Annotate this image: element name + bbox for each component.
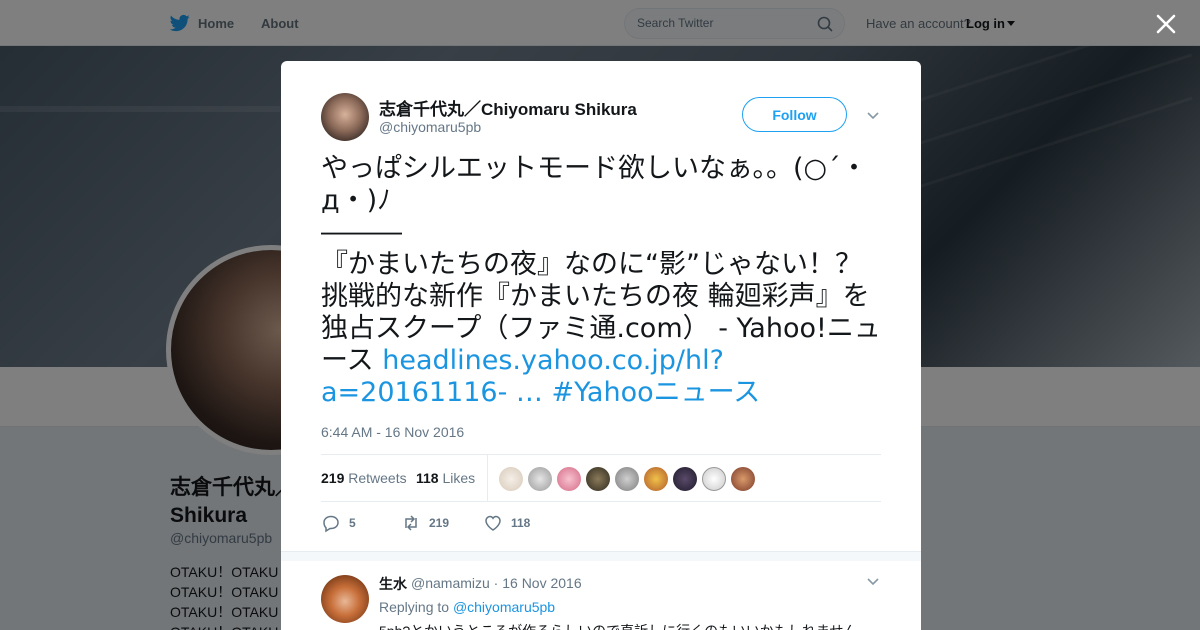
- reply-count: 5: [349, 516, 356, 530]
- reply-action[interactable]: 5: [321, 513, 356, 533]
- author-avatar[interactable]: [321, 93, 369, 141]
- retweets-count: 219: [321, 470, 345, 486]
- likes-count: 118: [416, 470, 439, 486]
- retweets-stat[interactable]: 219 Retweets: [321, 470, 407, 486]
- retweet-icon: [405, 515, 417, 531]
- retweet-action[interactable]: 219: [401, 513, 449, 533]
- like-action[interactable]: 118: [483, 513, 530, 533]
- reply-author-name[interactable]: 生水: [379, 574, 407, 594]
- likes-stat[interactable]: 118 Likes: [416, 470, 475, 486]
- follow-button[interactable]: Follow: [742, 97, 847, 132]
- replying-to-line: Replying to @chiyomaru5pb: [379, 599, 555, 615]
- likes-label: Likes: [442, 470, 476, 486]
- liker-avatar[interactable]: [557, 467, 581, 491]
- like-count: 118: [511, 516, 531, 530]
- tweet-stats: 219 Retweets 118 Likes: [321, 454, 881, 502]
- heart-icon: [485, 515, 501, 531]
- author-name[interactable]: 志倉千代丸／Chiyomaru Shikura: [379, 95, 637, 120]
- liker-avatar[interactable]: [673, 467, 697, 491]
- tweet-actions: 5 219 118: [321, 513, 881, 537]
- tweet-modal: 志倉千代丸／Chiyomaru Shikura @chiyomaru5pb Fo…: [281, 61, 921, 630]
- liker-avatar[interactable]: [499, 467, 523, 491]
- replying-to-prefix: Replying to: [379, 599, 450, 615]
- liker-avatar[interactable]: [702, 467, 726, 491]
- chevron-down-icon[interactable]: [866, 575, 880, 589]
- liker-avatar[interactable]: [644, 467, 668, 491]
- retweet-count: 219: [429, 516, 450, 530]
- retweets-label: Retweets: [348, 470, 407, 486]
- tweet-body: やっぱシルエットモード欲しいなぁ。。(○´・д・)ﾉ ――― 『かまいたちの夜』…: [321, 153, 881, 376]
- liker-avatar[interactable]: [586, 467, 610, 491]
- tweet-hashtag[interactable]: #Yahooニュース: [552, 377, 761, 408]
- liker-avatar[interactable]: [615, 467, 639, 491]
- chevron-down-icon[interactable]: [866, 109, 880, 123]
- modal-overlay-top[interactable]: [0, 0, 1200, 46]
- tweet-text: やっぱシルエットモード欲しいなぁ。。(○´・д・)ﾉ ――― 『かまいたちの夜』…: [321, 153, 881, 409]
- reply-author-handle[interactable]: @namamizu · 16 Nov 2016: [411, 575, 582, 591]
- liker-avatar[interactable]: [528, 467, 552, 491]
- reply-avatar[interactable]: [321, 575, 369, 623]
- close-icon[interactable]: [1154, 12, 1178, 36]
- reply-separator: [281, 551, 921, 561]
- stats-divider: [487, 455, 488, 501]
- replying-to-mention[interactable]: @chiyomaru5pb: [453, 599, 555, 615]
- liker-avatar[interactable]: [731, 467, 755, 491]
- reply-text: 5pb?とかいうところが作るらしいので直訴しに行くのもいいかもしれません: [379, 622, 869, 630]
- reply-icon: [323, 515, 339, 533]
- author-handle[interactable]: @chiyomaru5pb: [379, 119, 481, 135]
- tweet-timestamp[interactable]: 6:44 AM - 16 Nov 2016: [321, 424, 464, 440]
